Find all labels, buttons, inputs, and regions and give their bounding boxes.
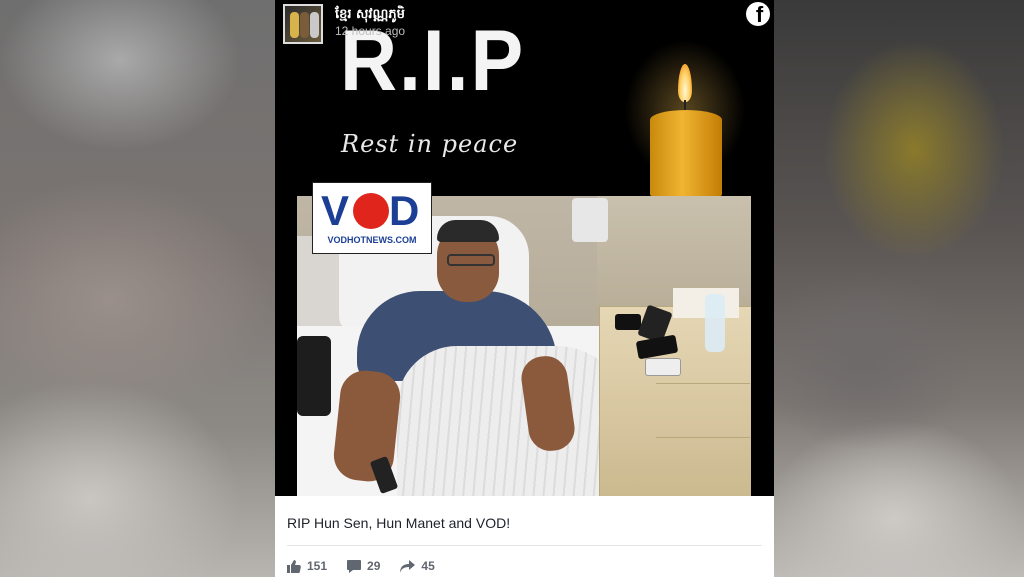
water-bottle (705, 294, 725, 352)
post-caption: RIP Hun Sen, Hun Manet and VOD! (287, 515, 511, 531)
nightstand (599, 306, 751, 496)
avatar[interactable] (283, 4, 323, 44)
like-count-value: 151 (307, 559, 328, 573)
vod-letter-d: D (389, 187, 420, 234)
facebook-icon[interactable]: f (746, 2, 770, 26)
reaction-bar: 151 29 45 (287, 556, 435, 576)
avatar-figure (310, 12, 319, 38)
patient-hair (437, 220, 499, 242)
medical-monitor (572, 198, 608, 242)
like-count[interactable]: 151 (287, 559, 327, 573)
author-name[interactable]: ខ្មែរ សុវណ្ណភូមិ (335, 6, 405, 25)
vod-letter-v: V (321, 187, 350, 234)
candle-wick (684, 100, 686, 110)
blurred-background-left (0, 0, 275, 577)
facebook-post: R.I.P Rest in peace V D VODHOTNEWS.COM ខ… (275, 0, 774, 577)
comment-icon (347, 559, 362, 573)
phone (645, 358, 681, 376)
thumbs-up-icon (287, 559, 301, 573)
comment-count-value: 29 (367, 559, 381, 573)
facebook-f-glyph: f (755, 2, 764, 26)
avatar-figure (300, 12, 309, 38)
share-count-value: 45 (421, 559, 435, 573)
candle (650, 110, 722, 196)
vod-url: VODHOTNEWS.COM (327, 235, 417, 245)
rip-subtitle: Rest in peace (341, 130, 519, 158)
blurred-background-right (774, 0, 1024, 577)
black-bag (297, 336, 331, 416)
vod-letters: V D (319, 189, 425, 233)
avatar-figure (290, 12, 299, 38)
share-icon (400, 559, 416, 573)
vod-logo: V D VODHOTNEWS.COM (312, 182, 432, 254)
comment-count[interactable]: 29 (347, 559, 380, 573)
vod-red-circle (353, 193, 389, 229)
share-count[interactable]: 45 (400, 559, 435, 573)
divider (287, 545, 762, 546)
post-image[interactable]: R.I.P Rest in peace V D VODHOTNEWS.COM ខ… (275, 0, 774, 496)
blanket (397, 346, 627, 496)
glasses (447, 254, 495, 266)
drawer (656, 437, 750, 490)
post-timestamp[interactable]: 12 hours ago (335, 24, 405, 38)
drawer (656, 383, 750, 436)
phone (615, 314, 641, 330)
